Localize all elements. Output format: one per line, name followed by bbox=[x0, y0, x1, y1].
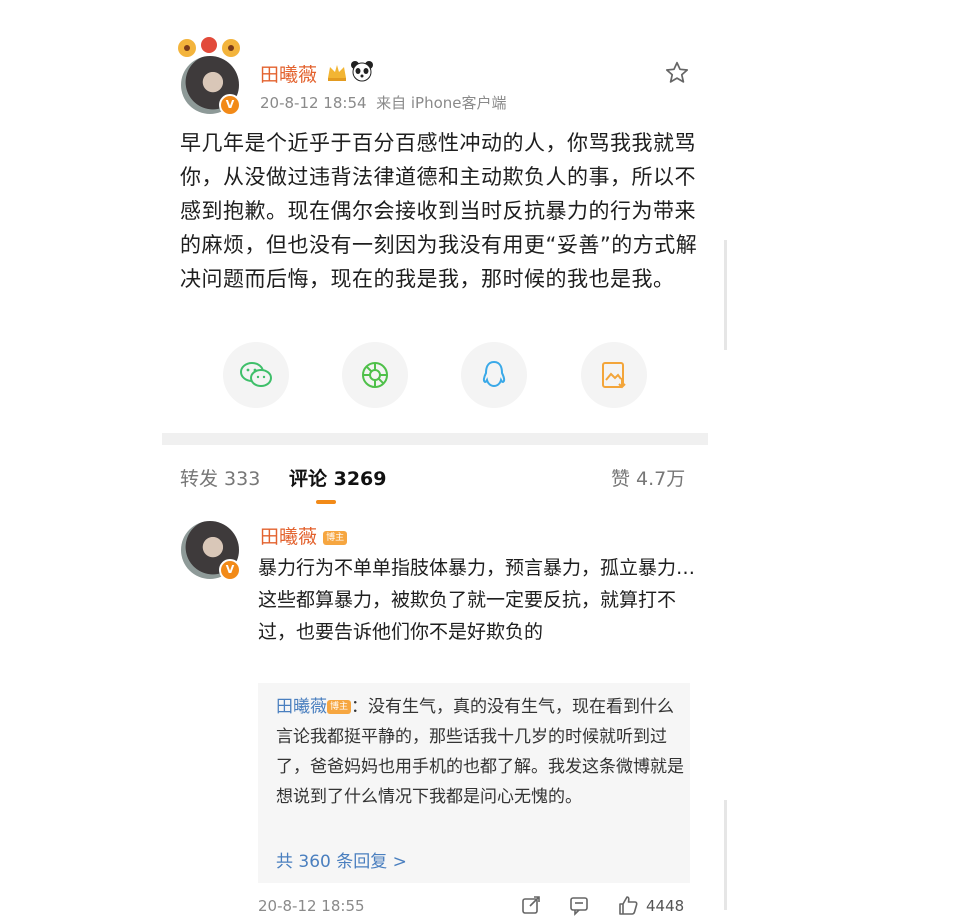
share-moments-button[interactable] bbox=[342, 342, 408, 408]
thumbs-up-icon[interactable] bbox=[617, 894, 639, 916]
comment-username[interactable]: 田曦薇 博主 bbox=[260, 522, 348, 549]
share-qq-button[interactable] bbox=[461, 342, 527, 408]
reply-author-badge: 博主 bbox=[327, 700, 352, 714]
post-timestamp: 20-8-12 18:54 bbox=[260, 94, 367, 112]
author-badge: 博主 bbox=[323, 530, 348, 545]
festive-ox-decoration-icon bbox=[178, 37, 240, 57]
qq-icon bbox=[482, 360, 506, 388]
post-avatar[interactable]: V bbox=[178, 37, 241, 116]
comment-like-count: 4448 bbox=[646, 897, 685, 915]
share-save-image-button[interactable] bbox=[581, 342, 647, 408]
tab-repost[interactable]: 转发 333 bbox=[180, 464, 260, 491]
post-source: 来自 iPhone客户端 bbox=[376, 94, 507, 112]
verified-badge-icon: V bbox=[219, 94, 241, 116]
reply-username[interactable]: 田曦薇 bbox=[276, 697, 327, 717]
panda-icon bbox=[351, 61, 373, 82]
share-wechat-button[interactable] bbox=[223, 342, 289, 408]
comment-avatar[interactable]: V bbox=[181, 521, 241, 581]
tab-comments[interactable]: 评论 3269 bbox=[289, 464, 387, 491]
post-username[interactable]: 田曦薇 bbox=[260, 60, 317, 87]
comment-icon[interactable] bbox=[568, 894, 590, 916]
crown-badge-icon bbox=[328, 65, 346, 81]
moments-icon bbox=[362, 362, 388, 388]
view-replies-link[interactable]: 共 360 条回复 > bbox=[276, 847, 407, 872]
save-image-icon bbox=[602, 362, 626, 389]
post-meta: 20-8-12 18:54 来自 iPhone客户端 bbox=[260, 92, 507, 113]
reply-body: 田曦薇 博主 ：没有生气，真的没有生气，现在看到什么言论我都挺平静的，那些话我十几岁… bbox=[276, 692, 686, 812]
weibo-screenshot: V 田曦薇 20-8-12 18:54 来自 iPhone客户端 早几年是个近乎… bbox=[0, 0, 960, 918]
share-icon[interactable] bbox=[520, 894, 542, 916]
wechat-icon bbox=[240, 362, 272, 387]
favorite-star-icon[interactable] bbox=[664, 60, 690, 86]
post-body: 早几年是个近乎于百分百感性冲动的人，你骂我我就骂你，从没做过违背法律道德和主动欺… bbox=[180, 131, 698, 291]
comment-timestamp: 20-8-12 18:55 bbox=[258, 897, 365, 915]
scrollbar-track[interactable] bbox=[724, 240, 727, 350]
verified-badge-icon: V bbox=[219, 559, 241, 581]
scrollbar-track-lower[interactable] bbox=[724, 800, 727, 910]
section-divider bbox=[162, 433, 708, 445]
comment-body: 暴力行为不单单指肢体暴力，预言暴力，孤立暴力…这些都算暴力，被欺负了就一定要反抗… bbox=[258, 557, 696, 643]
active-tab-indicator bbox=[316, 500, 336, 504]
tab-likes[interactable]: 赞 4.7万 bbox=[611, 464, 685, 491]
